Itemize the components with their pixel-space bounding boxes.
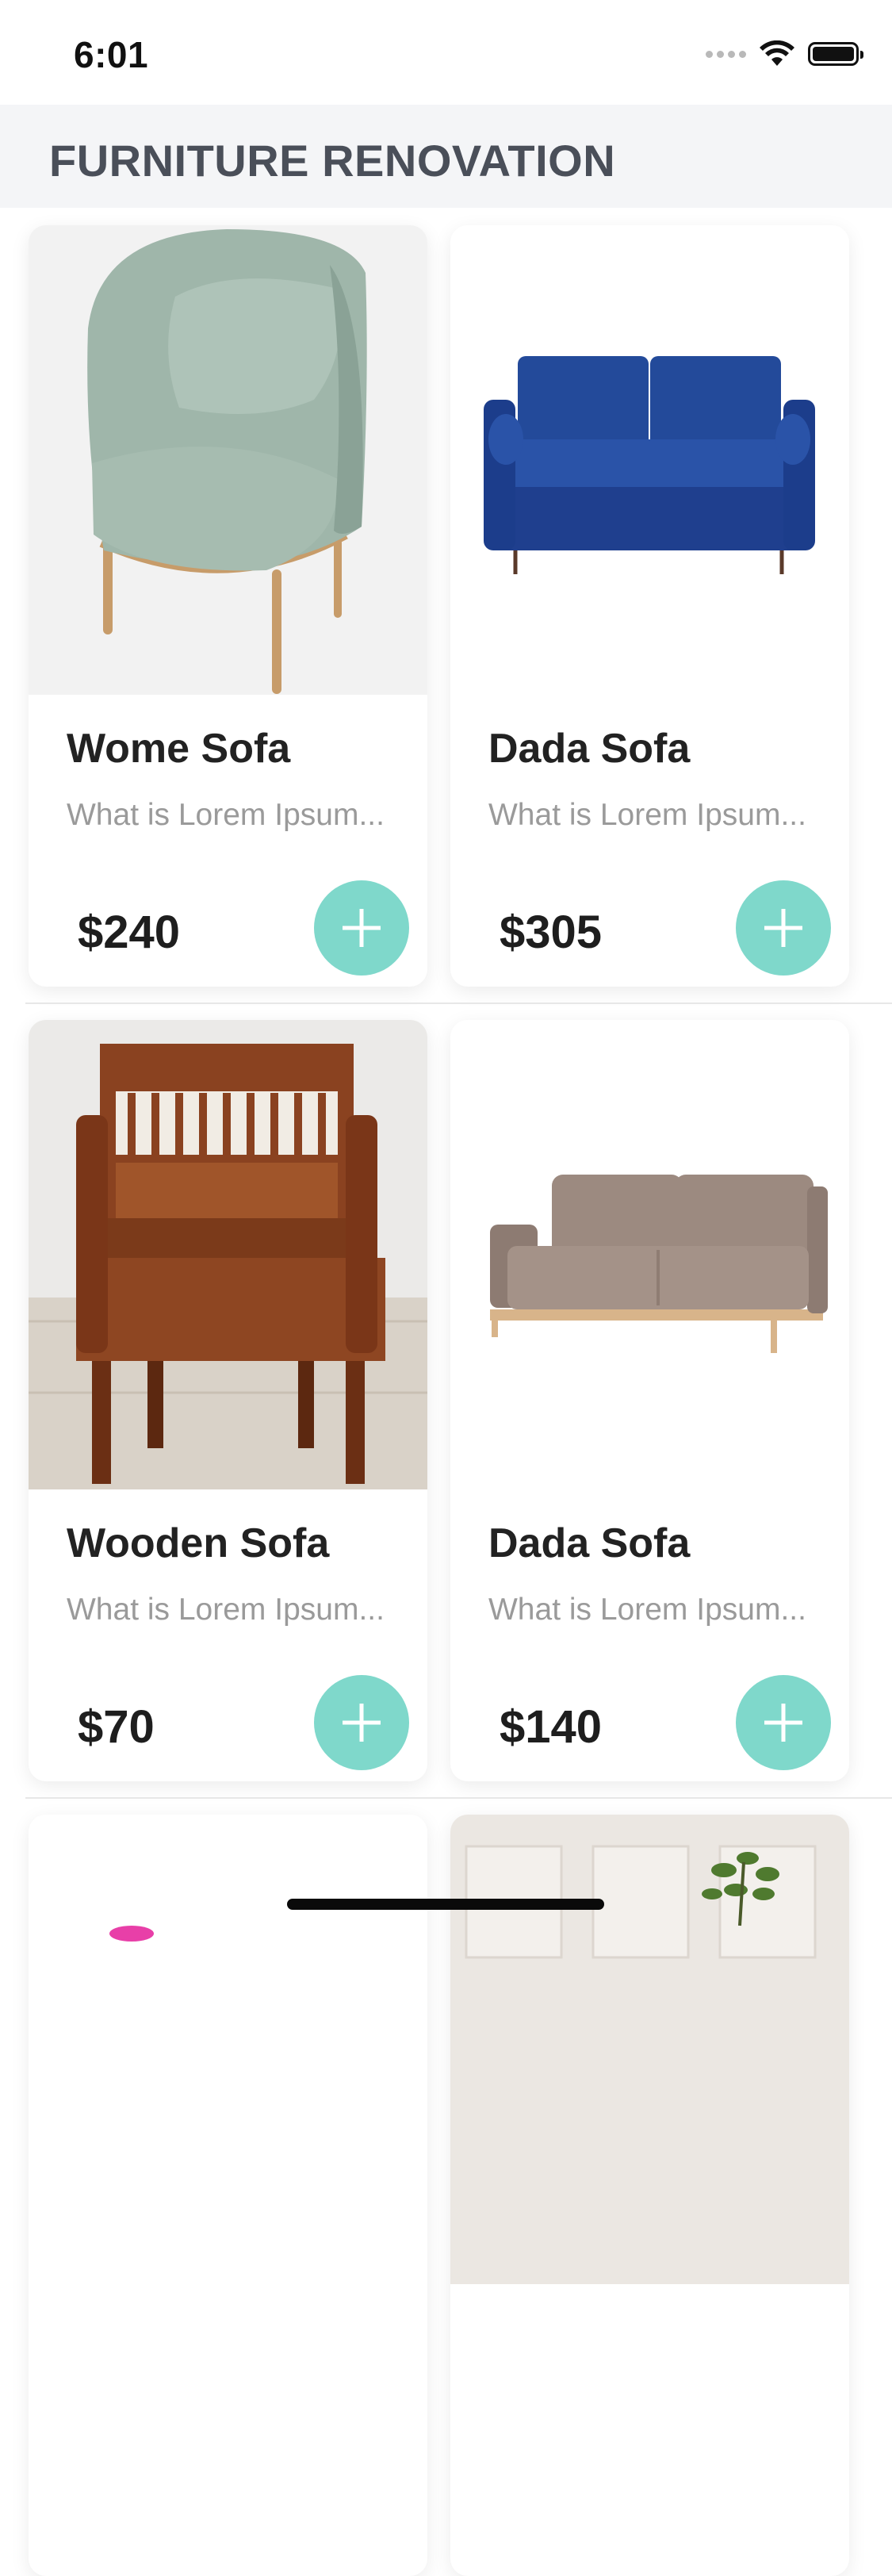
product-image [450,1815,849,2284]
row-divider [25,1797,892,1799]
status-bar: 6:01 [0,0,892,105]
product-card[interactable]: Wooden Sofa What is Lorem Ipsum... $70 [29,1020,427,1781]
product-name: Wooden Sofa [67,1520,330,1566]
product-price: $240 [78,907,181,958]
home-indicator[interactable] [287,1899,604,1910]
product-card[interactable] [450,1815,849,2576]
pink-chair-image [29,1815,427,2284]
product-description: What is Lorem Ipsum... [488,1593,806,1627]
add-to-cart-button[interactable] [736,1675,831,1770]
page-title: FURNITURE RENOVATION [49,136,616,186]
product-card[interactable]: Wome Sofa What is Lorem Ipsum... $240 [29,225,427,987]
wifi-icon [760,40,794,66]
row-divider [25,1002,892,1004]
product-image [450,1020,849,1489]
carved-wooden-chair-image [29,1020,427,1489]
plus-icon [343,1704,381,1742]
product-image [29,1815,427,2284]
product-price: $140 [500,1701,603,1753]
status-icons [706,38,863,70]
add-to-cart-button[interactable] [314,1675,409,1770]
plus-icon [764,909,802,947]
product-name: Dada Sofa [488,726,691,772]
add-to-cart-button[interactable] [736,880,831,976]
product-description: What is Lorem Ipsum... [67,1593,385,1627]
status-time: 6:01 [74,34,149,75]
taupe-leather-sofa-image [450,1020,849,1489]
product-name: Dada Sofa [488,1520,691,1566]
product-name: Wome Sofa [67,726,291,772]
product-image [29,1020,427,1489]
blue-velvet-sofa-image [450,225,849,695]
plus-icon [764,1704,802,1742]
product-price: $305 [500,907,603,958]
product-card[interactable] [29,1815,427,2576]
product-image [29,225,427,695]
product-price: $70 [78,1701,155,1753]
product-image [450,225,849,695]
app-header: FURNITURE RENOVATION [0,105,892,208]
add-to-cart-button[interactable] [314,880,409,976]
product-card[interactable]: Dada Sofa What is Lorem Ipsum... $140 [450,1020,849,1781]
product-description: What is Lorem Ipsum... [488,798,806,832]
product-description: What is Lorem Ipsum... [67,798,385,832]
green-armchair-image [29,225,427,695]
cellular-signal-icon [706,50,746,58]
plant-decor-image [450,1815,849,2284]
battery-icon [808,42,863,66]
product-card[interactable]: Dada Sofa What is Lorem Ipsum... $305 [450,225,849,987]
plus-icon [343,909,381,947]
